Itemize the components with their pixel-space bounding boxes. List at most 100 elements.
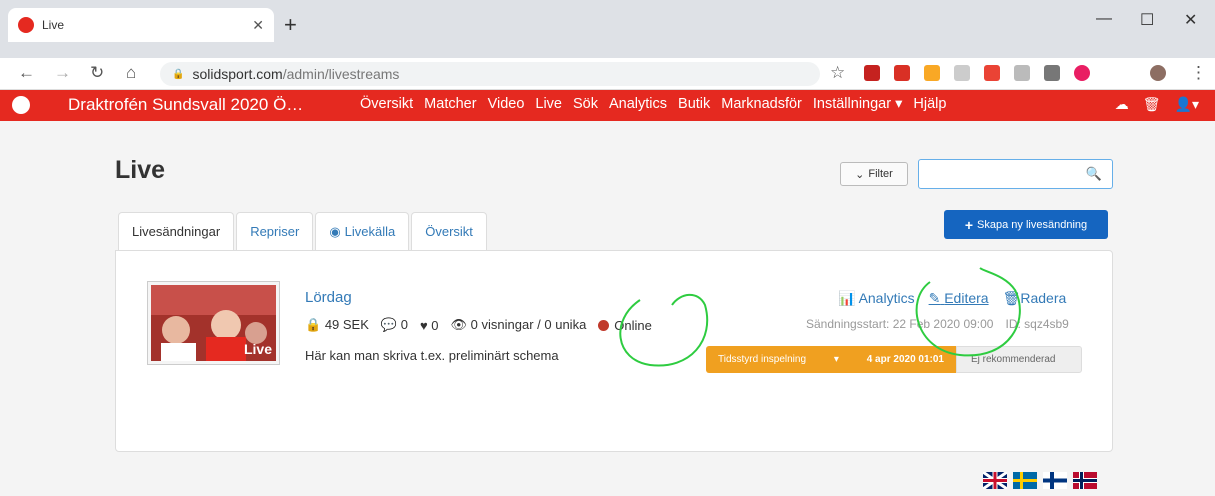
- schedule-control: Tidsstyrd inspelning ▾ 4 apr 2020 01:01 …: [706, 346, 1082, 373]
- plus-icon: +: [964, 216, 974, 233]
- user-menu-icon[interactable]: 👤▾: [1175, 96, 1199, 113]
- tab-title: Live: [42, 18, 65, 32]
- status-dot-icon: [598, 319, 610, 331]
- tab-repriser[interactable]: Repriser: [236, 212, 314, 250]
- schedule-dropdown[interactable]: Tidsstyrd inspelning ▾ 4 apr 2020 01:01: [706, 346, 956, 373]
- browser-tab[interactable]: Live ✕: [8, 8, 274, 42]
- schedule-date: 4 apr 2020 01:01: [866, 354, 944, 365]
- nav-item-analytics[interactable]: Analytics: [609, 96, 667, 112]
- price-info: 🔒 49 SEK: [305, 317, 369, 333]
- tab-livesandningar[interactable]: Livesändningar: [118, 212, 235, 250]
- search-input[interactable]: 🔍: [918, 159, 1113, 189]
- nav-item-sok[interactable]: Sök: [573, 96, 598, 112]
- chevron-down-icon: ⌄: [855, 168, 865, 181]
- stream-meta: 🔒 49 SEK 💬 0 ♥ 0 👁 0 visningar / 0 unika…: [305, 317, 652, 333]
- nav-item-marknadsfor[interactable]: Marknadsför: [721, 96, 802, 112]
- nav-item-matcher[interactable]: Matcher: [424, 96, 476, 112]
- lock-icon: 🔒: [172, 68, 185, 80]
- radio-dot-icon: ◉: [329, 223, 341, 239]
- maximize-icon[interactable]: ☐: [1140, 10, 1154, 30]
- home-icon[interactable]: ⌂: [126, 63, 136, 83]
- league-title[interactable]: Draktrofén Sundsvall 2020 Ö…: [68, 95, 303, 115]
- heart-icon: ♥: [419, 317, 428, 333]
- analytics-label: Analytics: [858, 290, 915, 306]
- caret-down-icon: ▾: [833, 354, 839, 365]
- nav-item-video[interactable]: Video: [488, 96, 525, 112]
- tab-livekalla[interactable]: ◉ Livekälla: [315, 212, 410, 250]
- tab-oversikt[interactable]: Översikt: [411, 212, 487, 250]
- edit-label: Editera: [944, 290, 989, 306]
- url-host: solidsport.com: [192, 66, 283, 82]
- analytics-link[interactable]: 📊 Analytics: [838, 290, 915, 307]
- page-title: Live: [115, 156, 166, 184]
- views-info: 👁 0 visningar / 0 unika: [451, 317, 587, 333]
- filter-label: Filter: [868, 168, 893, 180]
- forward-icon[interactable]: →: [54, 63, 71, 83]
- address-bar: ← → ↻ ⌂ 🔒 solidsport.com/admin/livestrea…: [0, 58, 1215, 90]
- tab-livekalla-label: Livekälla: [344, 224, 396, 239]
- reload-icon[interactable]: ↻: [90, 63, 104, 83]
- content-tabs: Livesändningar Repriser ◉ Livekälla Övers…: [118, 212, 487, 250]
- extension-icon[interactable]: [894, 65, 910, 81]
- nav-item-butik[interactable]: Butik: [678, 96, 710, 112]
- gmail-extension-icon[interactable]: [864, 65, 880, 81]
- pdf-extension-icon[interactable]: [1014, 65, 1030, 81]
- minimize-icon[interactable]: —: [1096, 10, 1112, 28]
- sweden-flag-icon[interactable]: [1013, 472, 1037, 489]
- views-count: 0 visningar / 0 unika: [470, 317, 587, 332]
- price-value: 49 SEK: [324, 317, 369, 332]
- nav-item-installningar[interactable]: Inställningar ▾: [813, 96, 903, 112]
- close-tab-icon[interactable]: ✕: [252, 17, 264, 34]
- trash-icon[interactable]: 🗑: [1143, 96, 1161, 113]
- profile-avatar[interactable]: [1150, 65, 1166, 81]
- delete-label: Radera: [1020, 290, 1067, 306]
- eye-icon: 👁: [450, 317, 468, 332]
- nav-item-oversikt[interactable]: Översikt: [360, 96, 413, 112]
- uk-flag-icon[interactable]: [983, 472, 1007, 489]
- back-icon[interactable]: ←: [18, 63, 35, 83]
- app-navbar: Draktrofén Sundsvall 2020 Ö… Översikt Ma…: [0, 90, 1215, 121]
- delete-link[interactable]: 🗑Radera: [1003, 290, 1067, 307]
- new-tab-icon[interactable]: +: [284, 12, 297, 38]
- likes-count: 0: [431, 317, 439, 333]
- comments-info: 💬 0: [381, 317, 408, 333]
- norway-flag-icon[interactable]: [1073, 472, 1097, 489]
- edit-icon: ✎: [928, 290, 941, 306]
- recommend-toggle[interactable]: Ej rekommenderad: [956, 346, 1082, 373]
- navbar-right-icons: ☁ 🗑 👤▾: [1115, 96, 1199, 113]
- finland-flag-icon[interactable]: [1043, 472, 1067, 489]
- bookmark-star-icon[interactable]: ☆: [830, 63, 845, 83]
- rss-extension-icon[interactable]: [924, 65, 940, 81]
- solidsport-logo-icon[interactable]: [12, 96, 30, 114]
- comment-icon: 💬: [380, 317, 398, 332]
- nav-item-hjalp[interactable]: Hjälp: [913, 96, 946, 112]
- start-time: Sändningsstart: 22 Feb 2020 09:00: [806, 317, 994, 331]
- extension-icon[interactable]: [1044, 65, 1060, 81]
- status-label: Online: [614, 317, 652, 333]
- stream-start-info: Sändningsstart: 22 Feb 2020 09:00 ID: sq…: [806, 317, 1069, 331]
- stream-title-link[interactable]: Lördag: [305, 289, 352, 306]
- url-field[interactable]: 🔒 solidsport.com/admin/livestreams: [160, 62, 820, 86]
- browser-menu-icon[interactable]: ⋮: [1190, 63, 1207, 83]
- upload-cloud-icon[interactable]: ☁: [1115, 96, 1129, 113]
- url-path: /admin/livestreams: [282, 66, 400, 82]
- browser-tab-strip: Live ✕ + — ☐ ✕: [0, 0, 1215, 58]
- main-menu: Översikt Matcher Video Live Sök Analytic…: [360, 96, 946, 112]
- solidsport-favicon-icon: [18, 17, 34, 33]
- thumbnail-image: Live: [151, 285, 276, 361]
- extension-icon[interactable]: [984, 65, 1000, 81]
- extension-icon[interactable]: [1074, 65, 1090, 81]
- stream-thumbnail[interactable]: Live: [147, 281, 280, 365]
- create-livestream-button[interactable]: + Skapa ny livesändning: [944, 210, 1108, 239]
- filter-button[interactable]: ⌄ Filter: [840, 162, 908, 186]
- lock-icon: 🔒: [305, 317, 322, 332]
- close-window-icon[interactable]: ✕: [1184, 10, 1197, 30]
- edit-link[interactable]: ✎ Editera: [929, 290, 989, 307]
- likes-info: ♥ 0: [420, 318, 439, 333]
- comments-count: 0: [400, 317, 408, 332]
- trash-icon: 🗑: [1002, 290, 1021, 306]
- bar-chart-icon: 📊: [838, 290, 856, 306]
- language-flags: [983, 472, 1097, 489]
- extension-icon[interactable]: [954, 65, 970, 81]
- nav-item-live[interactable]: Live: [535, 96, 562, 112]
